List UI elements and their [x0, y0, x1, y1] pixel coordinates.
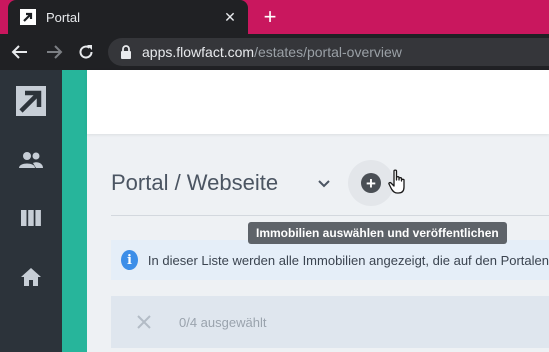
- url-text: apps.flowfact.com/estates/portal-overvie…: [142, 44, 402, 60]
- reload-icon[interactable]: [74, 40, 98, 64]
- info-text: In dieser Liste werden alle Immobilien a…: [147, 252, 549, 268]
- sidebar-accent-strip: [62, 70, 87, 352]
- new-tab-button[interactable]: +: [258, 4, 282, 29]
- address-bar[interactable]: apps.flowfact.com/estates/portal-overvie…: [108, 38, 549, 66]
- hand-cursor-icon: [388, 169, 408, 200]
- selection-count: 0/4 ausgewählt: [179, 314, 267, 330]
- clear-selection-icon[interactable]: [135, 313, 153, 331]
- home-icon[interactable]: [16, 262, 46, 292]
- url-path: /estates/portal-overview: [254, 44, 402, 60]
- columns-icon[interactable]: [16, 203, 46, 233]
- back-icon[interactable]: [8, 40, 32, 64]
- browser-tabstrip: Portal ✕ +: [0, 0, 549, 34]
- info-icon: i: [121, 250, 138, 270]
- forward-icon[interactable]: [42, 40, 66, 64]
- lock-icon: [118, 44, 134, 60]
- title-divider: [111, 215, 549, 216]
- browser-tab[interactable]: Portal ✕: [8, 0, 248, 34]
- chevron-down-icon[interactable]: [314, 174, 334, 194]
- close-tab-icon[interactable]: ✕: [218, 5, 242, 29]
- logo-arrow-icon[interactable]: [16, 86, 46, 116]
- tab-title: Portal: [46, 9, 80, 25]
- add-tooltip: Immobilien auswählen und veröffentlichen: [248, 222, 507, 244]
- plus-icon: +: [361, 173, 381, 193]
- url-host: apps.flowfact.com: [142, 44, 255, 60]
- people-icon[interactable]: [16, 145, 46, 175]
- page-title: Portal / Webseite: [111, 170, 279, 195]
- app-header: [87, 70, 549, 134]
- browser-toolbar: apps.flowfact.com/estates/portal-overvie…: [0, 34, 549, 70]
- flowfact-favicon-icon: [20, 9, 36, 25]
- selection-bar: 0/4 ausgewählt: [111, 296, 549, 348]
- info-banner: i In dieser Liste werden alle Immobilien…: [111, 240, 549, 280]
- app-sidebar: [0, 70, 62, 352]
